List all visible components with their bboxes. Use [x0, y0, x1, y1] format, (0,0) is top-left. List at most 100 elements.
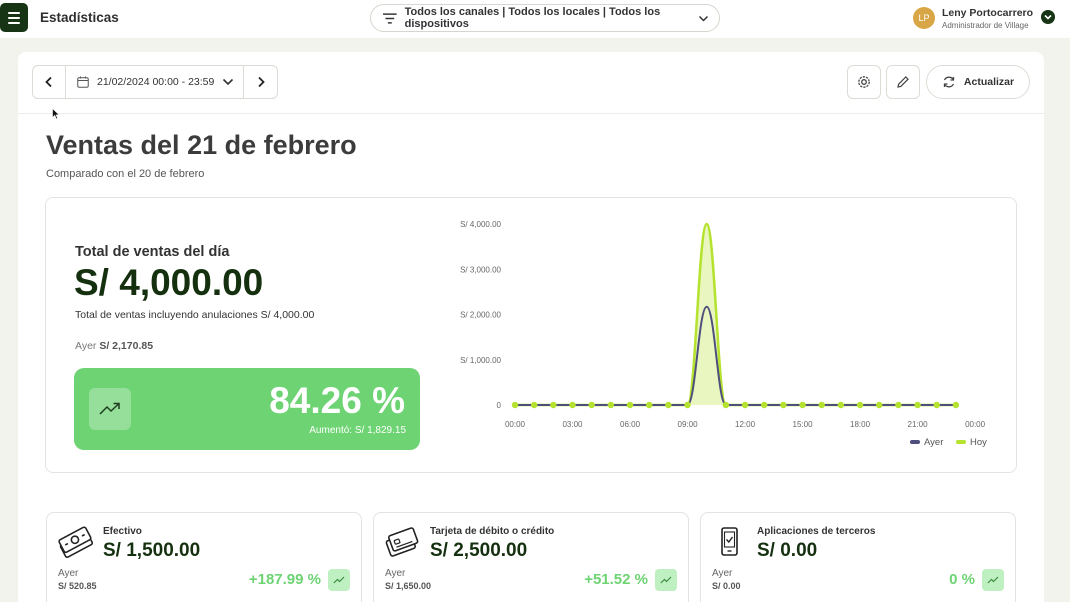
y-tick-label: S/ 1,000.00 [460, 356, 501, 365]
page-subtitle: Comparado con el 20 de febrero [46, 168, 205, 180]
filter-icon [383, 12, 397, 24]
phone-app-icon [721, 527, 738, 556]
date-range-picker[interactable]: 21/02/2024 00:00 - 23:59 [66, 66, 244, 98]
trend-up-icon [982, 569, 1004, 591]
chevron-left-icon [45, 76, 52, 88]
x-tick-label: 03:00 [562, 420, 583, 429]
data-point-hoy [799, 401, 806, 409]
x-tick-label: 00:00 [505, 420, 526, 429]
data-point-hoy [741, 401, 749, 409]
divider [18, 113, 1044, 114]
next-day-button[interactable] [244, 66, 277, 98]
settings-button[interactable] [847, 65, 881, 99]
user-name: Leny Portocarrero [942, 7, 1034, 19]
chevron-down-icon [1044, 14, 1052, 20]
data-point-hoy [530, 401, 538, 409]
total-sales-value: S/ 4,000.00 [74, 262, 264, 303]
card-icon [385, 527, 419, 557]
mouse-cursor-icon [52, 108, 60, 120]
chevron-down-icon [223, 78, 234, 86]
payment-yesterday-label: Ayer [385, 568, 406, 579]
payment-label: Aplicaciones de terceros [757, 526, 876, 537]
payment-yesterday-value: S/ 520.85 [58, 581, 97, 591]
top-bar: Estadísticas Todos los canales | Todos l… [0, 0, 1070, 38]
x-tick-label: 09:00 [678, 420, 699, 429]
sales-chart: 0 S/ 1,000.00 S/ 2,000.00 S/ 3,000.00 S/ 4,0… [460, 220, 987, 448]
filter-text: Todos los canales | Todos los locales | … [404, 6, 661, 30]
x-tick-label: 21:00 [908, 420, 929, 429]
previous-day-button[interactable] [33, 66, 66, 98]
refresh-label: Actualizar [963, 76, 1015, 88]
data-point-hoy [933, 401, 940, 409]
payment-percentage: +51.52 % [584, 571, 648, 588]
data-point-hoy [626, 401, 634, 409]
payment-label: Efectivo [103, 526, 142, 537]
data-point-hoy [895, 401, 902, 409]
chevron-right-icon [257, 76, 265, 88]
data-point-hoy [856, 401, 864, 409]
data-point-hoy [818, 401, 825, 409]
data-point-hoy [914, 401, 921, 409]
series-line-ayer [515, 305, 956, 406]
cash-icon [58, 526, 93, 558]
chevron-down-icon [698, 15, 709, 22]
trend-up-icon [89, 388, 131, 430]
y-tick-label: 0 [497, 401, 502, 410]
series-line-hoy [515, 222, 956, 407]
menu-button[interactable] [0, 3, 28, 32]
avatar[interactable]: LP [913, 7, 935, 29]
growth-box: 84.26 % Aumentó: S/ 1,829.15 [74, 368, 420, 450]
data-point-hoy [837, 401, 845, 409]
payment-percentage: 0 % [949, 571, 975, 588]
payment-value: S/ 2,500.00 [430, 540, 528, 561]
yesterday-total: Ayer S/ 2,170.85 [75, 340, 154, 352]
user-menu-button[interactable] [1041, 10, 1055, 24]
data-point-hoy [665, 401, 672, 409]
payment-yesterday-label: Ayer [58, 568, 79, 579]
payment-percentage: +187.99 % [248, 571, 321, 588]
payment-card-card: Tarjeta de débito o crédito S/ 2,500.00 … [373, 512, 689, 602]
legend-label-hoy: Hoy [970, 437, 987, 448]
y-tick-label: S/ 4,000.00 [460, 220, 501, 229]
payment-yesterday-value: S/ 0.00 [712, 581, 741, 591]
payment-yesterday-label: Ayer [712, 568, 733, 579]
data-point-hoy [876, 401, 883, 409]
payment-label: Tarjeta de débito o crédito [430, 526, 555, 537]
legend-label-ayer: Ayer [924, 437, 943, 448]
date-range-text: 21/02/2024 00:00 - 23:59 [97, 76, 215, 88]
data-point-hoy [607, 401, 615, 409]
gear-icon [858, 76, 870, 88]
data-point-hoy [780, 401, 787, 409]
payment-yesterday-value: S/ 1,650.00 [385, 581, 432, 591]
x-tick-label: 06:00 [620, 420, 641, 429]
legend-swatch-ayer [910, 440, 920, 444]
filter-selector[interactable]: Todos los canales | Todos los locales | … [370, 4, 720, 32]
calendar-icon [77, 76, 89, 88]
payment-value: S/ 1,500.00 [103, 540, 201, 561]
payment-card-apps: Aplicaciones de terceros S/ 0.00 Ayer S/… [700, 512, 1016, 602]
page-title: Ventas del 21 de febrero [46, 130, 357, 160]
data-point-hoy [645, 401, 653, 409]
data-point-hoy [722, 401, 730, 409]
app-title: Estadísticas [40, 10, 119, 25]
refresh-button[interactable]: Actualizar [926, 65, 1030, 99]
growth-note: Aumentó: S/ 1,829.15 [309, 425, 406, 436]
growth-percentage: 84.26 % [269, 380, 405, 421]
y-tick-label: S/ 3,000.00 [460, 265, 501, 274]
data-point-hoy [569, 401, 576, 409]
trend-up-icon [328, 569, 350, 591]
x-tick-label: 15:00 [793, 420, 814, 429]
trend-up-icon [655, 569, 677, 591]
total-sales-label: Total de ventas del día [75, 244, 230, 260]
date-navigator: 21/02/2024 00:00 - 23:59 [32, 65, 278, 99]
edit-button[interactable] [886, 65, 920, 99]
data-point-hoy [952, 401, 960, 409]
x-tick-label: 12:00 [735, 420, 756, 429]
data-point-hoy [588, 401, 595, 409]
payment-value: S/ 0.00 [757, 540, 818, 561]
area-hoy [515, 224, 956, 405]
refresh-icon [943, 76, 955, 88]
user-role: Administrador de Village [942, 21, 1029, 30]
data-point-hoy [511, 401, 519, 409]
payment-card-cash: Efectivo S/ 1,500.00 Ayer S/ 520.85 +187… [46, 512, 362, 602]
